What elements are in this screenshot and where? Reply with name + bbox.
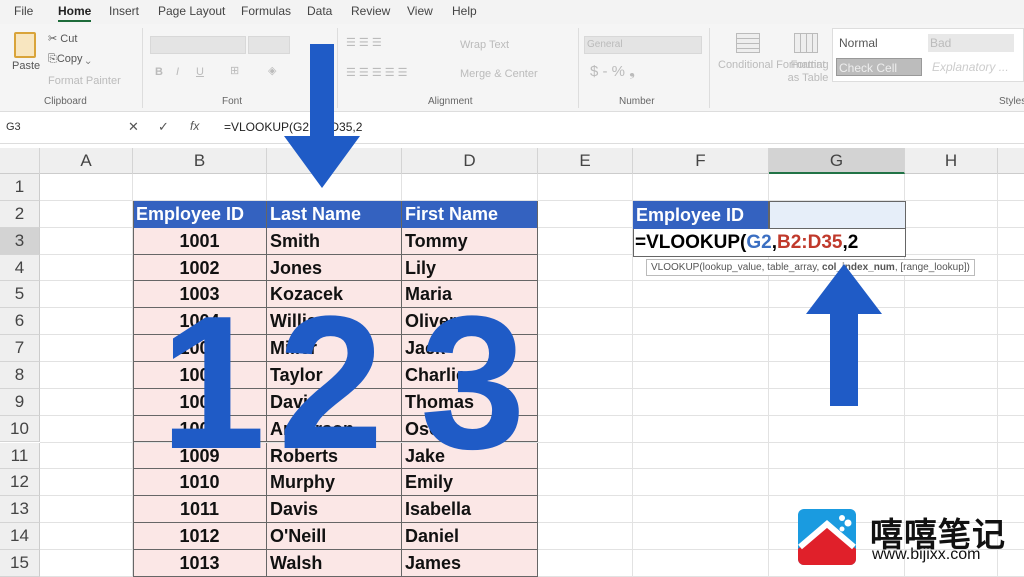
row-header-13[interactable]: 13 — [0, 496, 40, 524]
column-header-f[interactable]: F — [633, 148, 769, 174]
column-header-h[interactable]: H — [905, 148, 998, 174]
menu-bar: File Home Insert Page Layout Formulas Data Rev… — [0, 0, 1024, 24]
menu-tab-insert[interactable]: Insert — [109, 4, 139, 18]
column-header-g[interactable]: G — [769, 148, 905, 174]
row-header-3[interactable]: 3 — [0, 227, 40, 255]
lookup-label-cell[interactable]: Employee ID — [633, 201, 769, 229]
conditional-formatting-icon — [736, 33, 760, 53]
row-header-6[interactable]: 6 — [0, 308, 40, 336]
table-header-cell[interactable]: Employee ID — [133, 200, 267, 228]
table-cell[interactable]: Tommy — [402, 227, 538, 255]
formula-ref-g2: G2 — [746, 232, 772, 253]
font-name-select[interactable] — [150, 36, 246, 54]
style-bad[interactable]: Bad — [928, 34, 1014, 52]
menu-tab-help[interactable]: Help — [452, 4, 477, 18]
formula-tail: ,2 — [842, 232, 859, 253]
lookup-input-cell-g2[interactable] — [769, 201, 906, 229]
row-header-8[interactable]: 8 — [0, 361, 40, 389]
column-header-b[interactable]: B — [133, 148, 267, 174]
formula-prefix: =VLOOKUP( — [635, 232, 747, 253]
overlay-digit-3: 3 — [420, 277, 526, 489]
table-cell[interactable]: 1011 — [133, 496, 267, 524]
watermark-url: www.bijixx.com — [872, 546, 981, 563]
insert-function-icon[interactable]: fx — [190, 119, 199, 133]
table-cell[interactable]: O'Neill — [267, 523, 402, 550]
menu-tab-file[interactable]: File — [14, 4, 33, 18]
copy-button[interactable]: ⎘Copy ⌄ — [48, 53, 91, 66]
formula-bar — [0, 114, 1024, 144]
column-header-e[interactable]: E — [538, 148, 633, 174]
currency-percent-buttons[interactable]: $ ‑ % ❟ — [590, 63, 635, 80]
cancel-icon[interactable]: ✕ — [128, 119, 139, 135]
tooltip-text: VLOOKUP(lookup_value, table_array, — [651, 262, 823, 273]
format-painter-button[interactable]: Format Painter — [48, 75, 121, 87]
enter-icon[interactable]: ✓ — [158, 119, 169, 135]
row-header-11[interactable]: 11 — [0, 442, 40, 470]
paste-icon — [14, 32, 36, 58]
formula-ref-range: B2:D35 — [777, 232, 843, 253]
menu-tab-page-layout[interactable]: Page Layout — [158, 4, 225, 18]
menu-tab-review[interactable]: Review — [351, 4, 390, 18]
fill-color-icon[interactable]: ◈ — [268, 64, 276, 77]
table-cell[interactable]: 1001 — [133, 227, 267, 255]
wrap-text-button[interactable]: Wrap Text — [460, 39, 509, 51]
table-cell[interactable]: Walsh — [267, 549, 402, 577]
group-number: Number — [619, 96, 655, 107]
italic-button[interactable]: I — [176, 66, 179, 78]
menu-tab-data[interactable]: Data — [307, 4, 332, 18]
table-cell[interactable]: Smith — [267, 227, 402, 255]
format-as-table-icon — [794, 33, 818, 53]
column-header-d[interactable]: D — [402, 148, 538, 174]
name-box[interactable]: G3 — [4, 118, 90, 138]
group-font: Font — [222, 96, 243, 107]
up-arrow-icon — [806, 264, 882, 406]
menu-tab-view[interactable]: View — [407, 4, 433, 18]
format-as-table-button[interactable]: Format as Table — [786, 59, 830, 85]
cut-button[interactable]: ✂ Cut — [48, 32, 77, 45]
table-cell[interactable]: 1013 — [133, 549, 267, 577]
table-header-cell[interactable]: Last Name — [267, 200, 402, 228]
row-header-14[interactable]: 14 — [0, 523, 40, 550]
copy-label: Copy — [56, 53, 83, 65]
table-cell[interactable]: 1012 — [133, 523, 267, 550]
column-header-a[interactable]: A — [40, 148, 133, 174]
down-arrow-icon — [284, 44, 360, 188]
row-header-5[interactable]: 5 — [0, 281, 40, 309]
menu-tab-formulas[interactable]: Formulas — [241, 4, 291, 18]
watermark-logo — [798, 509, 856, 565]
table-left-border — [133, 201, 134, 576]
row-header-9[interactable]: 9 — [0, 388, 40, 416]
table-cell[interactable]: James — [402, 549, 538, 577]
select-all-corner[interactable] — [0, 148, 40, 174]
number-format-select[interactable]: General — [584, 36, 702, 54]
row-header-4[interactable]: 4 — [0, 254, 40, 282]
overlay-digit-1: 1 — [160, 277, 266, 489]
paste-button[interactable]: Paste — [12, 60, 40, 72]
borders-icon[interactable]: ⊞ — [230, 64, 239, 77]
style-explanatory[interactable]: Explanatory ... — [932, 60, 1009, 74]
row-header-7[interactable]: 7 — [0, 335, 40, 362]
tooltip-text-end: , [range_lookup]) — [894, 262, 970, 273]
group-alignment: Alignment — [428, 96, 473, 107]
underline-button[interactable]: U — [196, 66, 204, 78]
merge-center-button[interactable]: Merge & Center — [460, 68, 538, 80]
row-header-1[interactable]: 1 — [0, 174, 40, 201]
row-header-10[interactable]: 10 — [0, 415, 40, 443]
row-header-12[interactable]: 12 — [0, 469, 40, 497]
row-header-2[interactable]: 2 — [0, 200, 40, 228]
row-header-15[interactable]: 15 — [0, 549, 40, 577]
bold-button[interactable]: B — [155, 66, 163, 78]
group-clipboard: Clipboard — [44, 96, 87, 107]
table-cell[interactable]: Daniel — [402, 523, 538, 550]
active-cell-formula[interactable]: =VLOOKUP(G2,B2:D35,2 — [633, 229, 906, 257]
style-check-cell[interactable]: Check Cell — [836, 58, 922, 76]
style-normal[interactable]: Normal — [839, 36, 878, 50]
table-cell[interactable]: Davis — [267, 496, 402, 524]
table-header-cell[interactable]: First Name — [402, 200, 538, 228]
group-styles: Styles — [999, 96, 1024, 107]
overlay-digit-2: 2 — [278, 277, 384, 489]
table-cell[interactable]: Isabella — [402, 496, 538, 524]
menu-tab-home[interactable]: Home — [58, 4, 92, 22]
cut-label: Cut — [60, 33, 78, 45]
